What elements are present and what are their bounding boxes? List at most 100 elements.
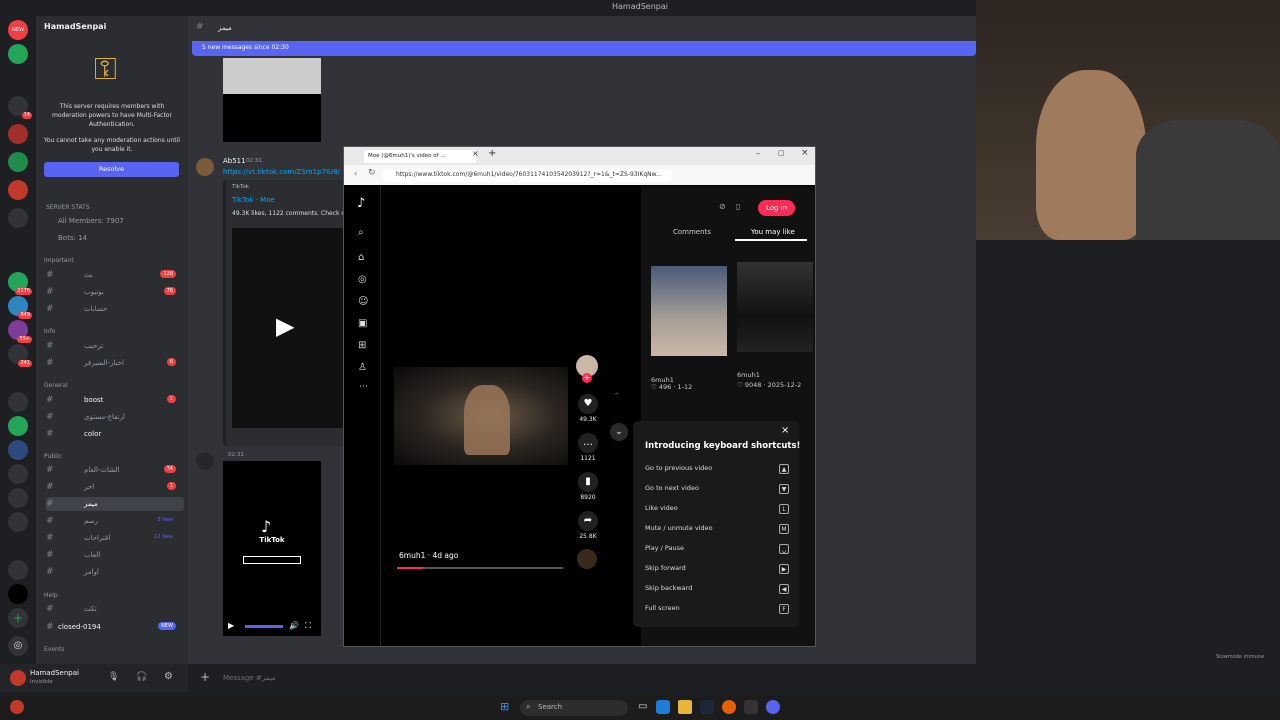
category-info[interactable]: Info	[44, 328, 55, 335]
video-attachment[interactable]: ♪ TikTok ▶ 🔊 ⛶	[223, 461, 321, 636]
channel-item[interactable]: # العاب	[46, 548, 184, 562]
taskbar-search[interactable]: ⌕ Search	[520, 700, 628, 716]
server-icon[interactable]	[8, 440, 28, 460]
video-progress-track[interactable]	[397, 567, 563, 569]
tab-comments[interactable]: Comments	[673, 228, 711, 236]
avatar[interactable]	[196, 452, 214, 470]
chevron-down-icon[interactable]: ⌄	[610, 423, 628, 441]
url-text[interactable]: https://www.tiktok.com/@6muh1/video/7603…	[396, 171, 676, 178]
upload-icon[interactable]: ⊞	[358, 340, 366, 351]
channel-item[interactable]: # اخبار-السيرفر 6	[46, 356, 184, 370]
video-author-line[interactable]: 6muh1 · 4d ago	[399, 551, 458, 560]
tab-you-may-like[interactable]: You may like	[751, 228, 795, 236]
back-icon[interactable]: ‹	[354, 169, 357, 178]
server-icon[interactable]	[8, 44, 28, 64]
channel-item[interactable]: # boost 1	[46, 393, 184, 407]
save-button[interactable]: ▮ 8920	[576, 472, 600, 501]
file-explorer-icon[interactable]	[678, 700, 692, 714]
new-badge-server[interactable]: NEW	[8, 20, 28, 40]
minimize-icon[interactable]: –	[756, 149, 760, 158]
message-input[interactable]: Message #ميمز	[223, 674, 276, 682]
task-view-icon[interactable]: ▭	[638, 701, 647, 712]
close-icon[interactable]: ×	[801, 148, 809, 158]
avatar[interactable]	[196, 158, 214, 176]
video-progress[interactable]	[245, 625, 283, 628]
maximize-icon[interactable]: ▢	[778, 149, 785, 157]
gear-icon[interactable]: ⚙	[164, 671, 173, 682]
home-icon[interactable]: ⌂	[358, 252, 364, 263]
category-important[interactable]: Important	[44, 257, 74, 264]
server-name[interactable]: HamadSenpai	[44, 22, 106, 31]
server-icon[interactable]: 2176	[8, 272, 32, 295]
add-server-icon[interactable]: +	[8, 608, 28, 628]
new-messages-bar[interactable]: 5 new messages since 02:30	[192, 41, 976, 56]
message-composer[interactable]: + Message #ميمز	[196, 668, 1276, 688]
fullscreen-icon[interactable]: ⛶	[305, 621, 311, 631]
server-icon[interactable]	[8, 488, 28, 508]
server-icon[interactable]	[8, 584, 28, 604]
live-icon[interactable]: ▣	[358, 318, 367, 329]
avatar[interactable]	[10, 670, 26, 686]
category-general[interactable]: General	[44, 382, 68, 389]
firefox-icon[interactable]	[722, 700, 736, 714]
like-button[interactable]: ♥ 49.3K	[576, 394, 600, 423]
image-attachment[interactable]	[223, 94, 321, 142]
follow-plus-icon[interactable]: +	[582, 373, 592, 383]
explore-icon[interactable]: ◎	[358, 274, 367, 285]
app-icon[interactable]	[744, 700, 758, 714]
channel-item[interactable]: # ارتفاع-مستوى	[46, 410, 184, 424]
category-public[interactable]: Public	[44, 453, 62, 460]
tiktok-logo-icon[interactable]: ♪	[357, 196, 365, 211]
close-icon[interactable]: ×	[781, 425, 789, 436]
message-link[interactable]: https://vt.tiktok.com/ZSm1p7IU8/	[223, 168, 340, 176]
server-icon[interactable]	[8, 512, 28, 532]
category-help[interactable]: Help	[44, 592, 58, 599]
server-icon[interactable]	[8, 124, 28, 144]
edge-icon[interactable]	[656, 700, 670, 714]
plus-icon[interactable]: +	[200, 670, 210, 684]
image-attachment[interactable]	[223, 58, 321, 94]
channel-item[interactable]: # اجر 1	[46, 480, 184, 494]
server-icon[interactable]	[8, 152, 28, 172]
weather-icon[interactable]	[10, 700, 24, 714]
channel-item[interactable]: # ترحيب	[46, 339, 184, 353]
microphone-icon[interactable]: 🎙	[108, 672, 119, 682]
discord-icon[interactable]	[766, 700, 780, 714]
server-icon[interactable]	[8, 464, 28, 484]
steam-icon[interactable]	[700, 700, 714, 714]
embed-title[interactable]: TikTok · Moe	[232, 196, 275, 204]
server-icon[interactable]: 849	[8, 296, 32, 319]
channel-item[interactable]: # color	[46, 427, 184, 441]
profile-icon[interactable]: ♙	[358, 362, 367, 373]
message-author[interactable]: Ab511	[223, 157, 246, 165]
channel-item[interactable]: # بث 128	[46, 268, 184, 282]
video-player[interactable]	[394, 367, 568, 465]
category-events[interactable]: Events	[44, 646, 64, 653]
resolve-button[interactable]: Resolve	[44, 162, 179, 177]
channel-item[interactable]: # حسابات	[46, 302, 184, 316]
search-icon[interactable]: ⌕	[358, 227, 364, 238]
play-icon[interactable]: ▶	[228, 621, 234, 630]
channel-item[interactable]: # يوتيوب 76	[46, 285, 184, 299]
reload-icon[interactable]: ↻	[368, 168, 376, 178]
channel-item[interactable]: # الشات-العام 34	[46, 463, 184, 477]
comment-button[interactable]: … 1121	[576, 433, 600, 462]
channel-item[interactable]: # اوامر	[46, 565, 184, 579]
device-icon[interactable]: ▯	[736, 202, 740, 211]
server-icon[interactable]: 241	[8, 344, 32, 367]
play-icon[interactable]: ▶	[276, 312, 294, 340]
channel-item[interactable]: # اقتراحات 12 New	[46, 531, 184, 545]
browser-tab[interactable]: Moe (@6muh1)'s video of ...	[364, 150, 476, 163]
recommended-video[interactable]	[737, 262, 813, 352]
windows-start-icon[interactable]: ⊞	[500, 700, 509, 713]
server-icon[interactable]: 55+	[8, 320, 32, 343]
channel-item[interactable]: # تكت	[46, 602, 184, 616]
volume-icon[interactable]: 🔊	[289, 621, 299, 630]
headphones-icon[interactable]: 🎧	[136, 672, 147, 682]
share-button[interactable]: ➦ 25.8K	[576, 511, 600, 540]
server-icon[interactable]	[8, 560, 28, 580]
server-icon[interactable]	[8, 180, 28, 200]
following-icon[interactable]: ☺	[358, 296, 368, 307]
new-tab-icon[interactable]: +	[488, 148, 496, 159]
channel-item[interactable]: # رسم 3 New	[46, 514, 184, 528]
